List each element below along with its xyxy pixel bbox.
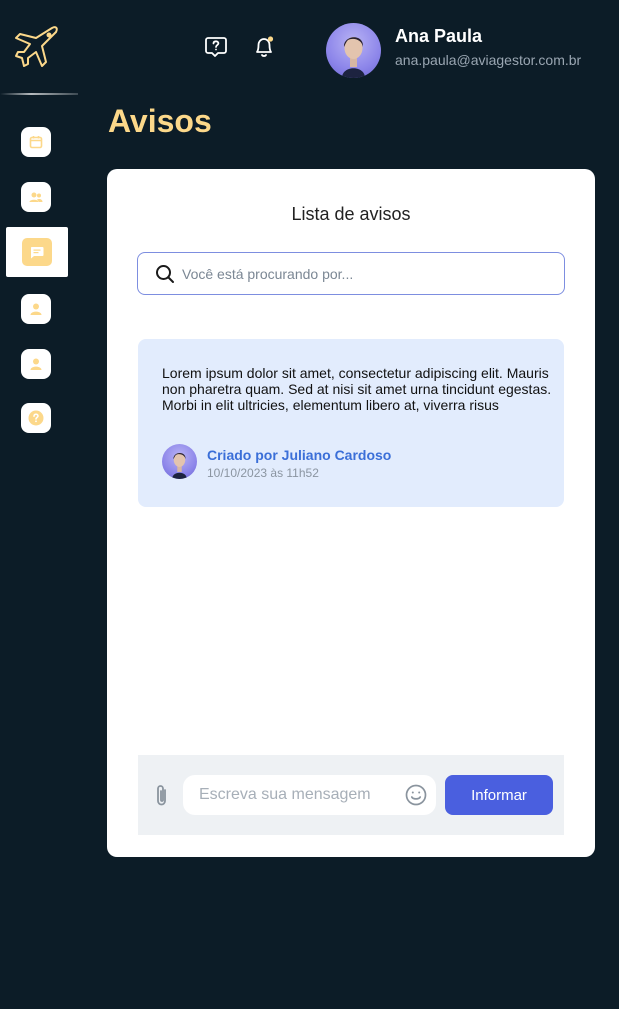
user-name: Ana Paula <box>395 26 483 46</box>
page-title: Avisos <box>108 103 212 139</box>
bell-icon[interactable] <box>251 34 277 60</box>
attachment-icon[interactable] <box>152 783 172 809</box>
sidebar-divider <box>0 93 78 95</box>
message-box <box>183 775 436 815</box>
search-input[interactable] <box>182 265 542 282</box>
sidebar-item-notices-badge <box>22 238 52 266</box>
airplane-icon[interactable] <box>12 22 62 72</box>
help-bubble-icon[interactable] <box>203 34 229 60</box>
notices-card: Lista de avisos Lorem ipsum dolor sit am… <box>107 169 595 857</box>
user-icon <box>30 303 42 315</box>
sidebar-item-calendar[interactable] <box>21 127 51 157</box>
help-icon <box>28 410 44 426</box>
sidebar-item-notices[interactable] <box>6 227 68 277</box>
notice-item[interactable]: Lorem ipsum dolor sit amet, consectetur … <box>138 339 564 507</box>
notice-date: 10/10/2023 às 11h52 <box>207 466 319 480</box>
message-input[interactable] <box>199 786 389 804</box>
users-icon <box>29 192 43 202</box>
user-icon <box>30 358 42 370</box>
search-box <box>137 252 565 295</box>
sidebar-item-help[interactable] <box>21 403 51 433</box>
sidebar-item-account[interactable] <box>21 349 51 379</box>
sidebar-item-users[interactable] <box>21 182 51 212</box>
sidebar-item-profile[interactable] <box>21 294 51 324</box>
message-icon <box>30 246 44 258</box>
author-avatar <box>162 444 197 479</box>
calendar-icon <box>29 136 43 149</box>
card-title: Lista de avisos <box>291 204 411 224</box>
send-button[interactable]: Informar <box>445 775 553 815</box>
notice-text: Lorem ipsum dolor sit amet, consectetur … <box>162 365 552 413</box>
user-email: ana.paula@aviagestor.com.br <box>395 52 582 68</box>
message-composer: Informar <box>138 755 564 835</box>
search-icon <box>156 264 174 283</box>
sidebar <box>0 0 78 1009</box>
emoji-icon[interactable] <box>404 783 428 807</box>
notice-author[interactable]: Criado por Juliano Cardoso <box>207 447 391 463</box>
avatar[interactable] <box>326 23 381 78</box>
